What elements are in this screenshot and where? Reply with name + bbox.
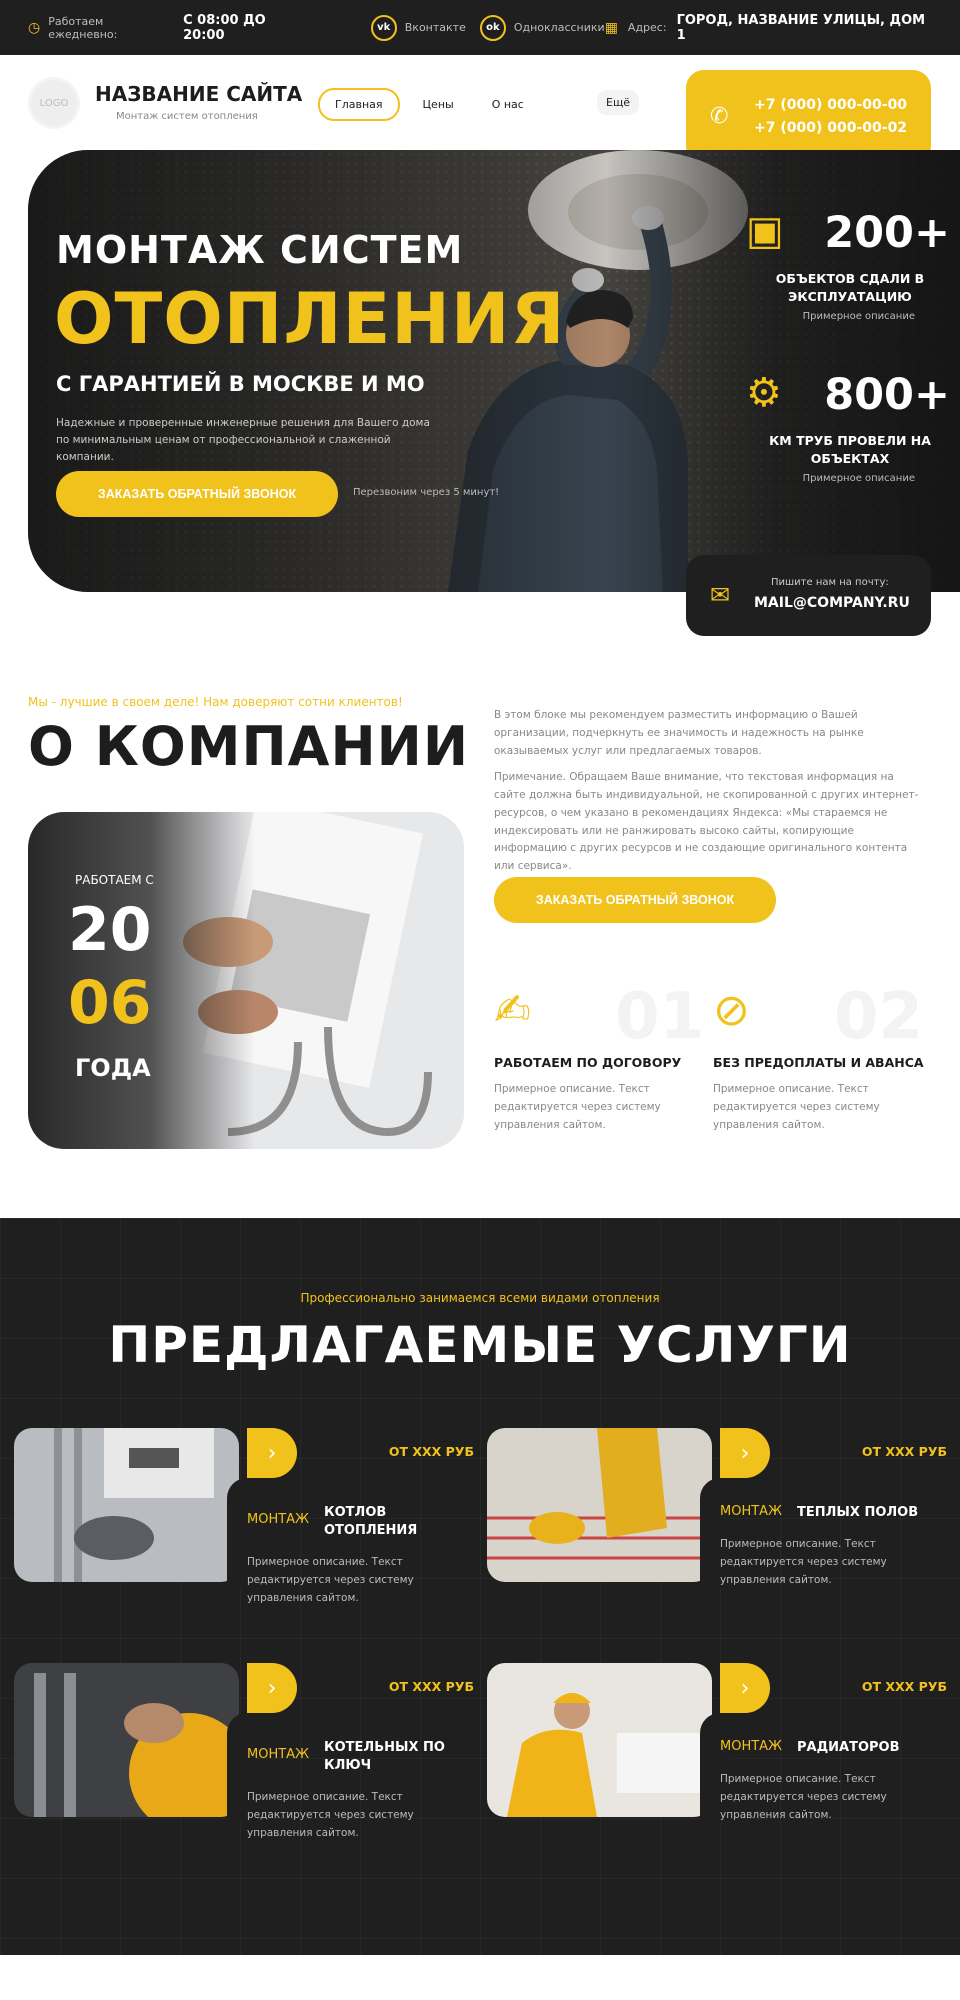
- service-price: ОТ ХХХ РУБ: [861, 1444, 947, 1459]
- site-subtitle: Монтаж систем отопления: [116, 111, 258, 122]
- service-card-boiler-rooms[interactable]: › ОТ ХХХ РУБ МОНТАЖ КОТЕЛЬНЫХ ПО КЛЮЧ Пр…: [14, 1663, 474, 1873]
- more-menu-button[interactable]: Ещё: [597, 90, 640, 115]
- stat-pipes-number: 800+: [824, 370, 950, 420]
- services-title: ПРЕДЛАГАЕМЫЕ УСЛУГИ: [108, 1316, 852, 1374]
- service-name: КОТЛОВ ОТОПЛЕНИЯ: [324, 1505, 418, 1539]
- chevron-right-icon[interactable]: ›: [247, 1428, 297, 1478]
- service-kind: МОНТАЖ: [720, 1504, 783, 1519]
- service-card-radiators[interactable]: › ОТ ХХХ РУБ МОНТАЖ РАДИАТОРОВ Примерное…: [487, 1663, 947, 1873]
- top-bar: ◷ Работаем ежедневно: С 08:00 ДО 20:00 v…: [0, 0, 960, 55]
- feature-title: РАБОТАЕМ ПО ДОГОВОРУ: [494, 1055, 682, 1070]
- hero-banner: МОНТАЖ СИСТЕМ ОТОПЛЕНИЯ С ГАРАНТИЕЙ В МО…: [28, 150, 960, 592]
- service-description: Примерное описание. Текст редактируется …: [720, 1773, 887, 1821]
- building-icon: ▦: [604, 19, 618, 36]
- hours-value: С 08:00 ДО 20:00: [183, 12, 266, 43]
- hero-title-line2: ОТОПЛЕНИЯ: [54, 278, 566, 360]
- site-name: НАЗВАНИЕ САЙТА: [95, 82, 303, 106]
- service-name: КОТЕЛЬНЫХ ПО КЛЮЧ: [324, 1740, 445, 1774]
- stat-objects: 200+ ОБЪЕКТОВ СДАЛИ В ЭКСПЛУАТАЦИЮ Приме…: [740, 208, 950, 322]
- feature-description: Примерное описание. Текст редактируется …: [494, 1083, 661, 1131]
- service-card-boilers[interactable]: › ОТ ХХХ РУБ МОНТАЖ КОТЛОВ ОТОПЛЕНИЯ При…: [14, 1428, 474, 1638]
- service-image: [487, 1428, 712, 1582]
- nav-item-about[interactable]: О нас: [477, 90, 539, 119]
- phone-number-1[interactable]: +7 (000) 000-00-00: [754, 97, 907, 113]
- feature-title: БЕЗ ПРЕДОПЛАТЫ И АВАНСА: [713, 1055, 924, 1070]
- about-paragraph-2: Примечание. Обращаем Ваше внимание, что …: [494, 771, 919, 873]
- address-value: ГОРОД, НАЗВАНИЕ УЛИЦЫ, ДОМ 1: [676, 12, 926, 43]
- service-description: Примерное описание. Текст редактируется …: [247, 1556, 414, 1604]
- about-callback-button[interactable]: ЗАКАЗАТЬ ОБРАТНЫЙ ЗВОНОК: [494, 877, 776, 923]
- since-label: РАБОТАЕМ С: [75, 873, 154, 887]
- about-title: О КОМПАНИИ: [28, 715, 470, 778]
- service-description: Примерное описание. Текст редактируется …: [720, 1538, 887, 1586]
- phone-number-2[interactable]: +7 (000) 000-00-02: [754, 120, 907, 136]
- year-bottom: 06: [68, 968, 152, 1038]
- header: LOGO НАЗВАНИЕ САЙТА Монтаж систем отопле…: [0, 55, 960, 164]
- main-nav: Главная Цены О нас: [318, 88, 539, 121]
- email-box: ✉ Пишите нам на почту: MAIL@COMPANY.RU: [686, 555, 931, 636]
- social-links: vk Вконтакте ok Одноклассники: [370, 14, 605, 41]
- stat-pipes-sub: Примерное описание: [802, 473, 915, 484]
- service-name: ТЕПЛЫХ ПОЛОВ: [797, 1505, 919, 1520]
- contract-icon: ✍: [494, 985, 531, 1036]
- email-link[interactable]: MAIL@COMPANY.RU: [754, 595, 910, 611]
- service-price: ОТ ХХХ РУБ: [388, 1679, 474, 1694]
- service-price: ОТ ХХХ РУБ: [388, 1444, 474, 1459]
- hero-title-line1: МОНТАЖ СИСТЕМ: [56, 228, 464, 272]
- phone-icon: ✆: [710, 104, 729, 129]
- year-top: 20: [68, 895, 152, 965]
- feature-number: 02: [833, 980, 923, 1054]
- services-tagline: Профессионально занимаемся всеми видами …: [300, 1291, 660, 1305]
- vk-icon[interactable]: vk: [370, 14, 397, 41]
- about-paragraph-1: В этом блоке мы рекомендуем разместить и…: [494, 709, 864, 757]
- working-hours: ◷ Работаем ежедневно: С 08:00 ДО 20:00: [28, 13, 309, 43]
- services-section: Профессионально занимаемся всеми видами …: [0, 1218, 960, 1955]
- address: ▦ Адрес: ГОРОД, НАЗВАНИЕ УЛИЦЫ, ДОМ 1: [605, 13, 932, 43]
- year-word: ГОДА: [75, 1054, 151, 1082]
- stat-pipes-label: КМ ТРУБ ПРОВЕЛИ НА ОБЪЕКТАХ: [769, 433, 931, 466]
- social-link-ok[interactable]: Одноклассники: [514, 21, 605, 34]
- clock-icon: ◷: [28, 19, 41, 36]
- service-image: [487, 1663, 712, 1817]
- address-label: Адрес:: [627, 21, 667, 34]
- service-kind: МОНТАЖ: [247, 1512, 310, 1527]
- service-image: [14, 1663, 239, 1817]
- chevron-right-icon[interactable]: ›: [720, 1428, 770, 1478]
- feature-description: Примерное описание. Текст редактируется …: [713, 1083, 880, 1131]
- about-tagline: Мы - лучшие в своем деле! Нам доверяют с…: [28, 695, 403, 709]
- hero-description: Надежные и проверенные инженерные решени…: [56, 417, 430, 463]
- chevron-right-icon[interactable]: ›: [720, 1663, 770, 1713]
- hero-title-line3: С ГАРАНТИЕЙ В МОСКВЕ И МО: [56, 372, 425, 396]
- callback-note: Перезвоним через 5 минут!: [353, 487, 500, 498]
- service-kind: МОНТАЖ: [720, 1739, 783, 1754]
- no-prepay-icon: ⊘: [713, 985, 750, 1036]
- stat-objects-sub: Примерное описание: [802, 311, 915, 322]
- order-callback-button[interactable]: ЗАКАЗАТЬ ОБРАТНЫЙ ЗВОНОК: [56, 471, 338, 517]
- nav-item-home[interactable]: Главная: [318, 88, 400, 121]
- email-label: Пишите нам на почту:: [771, 577, 889, 588]
- mail-icon: ✉: [710, 581, 731, 609]
- stat-objects-label: ОБЪЕКТОВ СДАЛИ В ЭКСПЛУАТАЦИЮ: [775, 271, 925, 304]
- stat-objects-number: 200+: [824, 208, 950, 258]
- service-kind: МОНТАЖ: [247, 1747, 310, 1762]
- service-price: ОТ ХХХ РУБ: [861, 1679, 947, 1694]
- chevron-right-icon[interactable]: ›: [247, 1663, 297, 1713]
- stat-pipes: 800+ КМ ТРУБ ПРОВЕЛИ НА ОБЪЕКТАХ Примерн…: [740, 370, 950, 484]
- feature-number: 01: [614, 980, 704, 1054]
- hours-label: Работаем ежедневно:: [48, 14, 118, 41]
- social-link-vk[interactable]: Вконтакте: [405, 21, 466, 34]
- nav-item-prices[interactable]: Цены: [408, 90, 469, 119]
- ok-icon[interactable]: ok: [479, 14, 506, 41]
- service-card-floors[interactable]: › ОТ ХХХ РУБ МОНТАЖ ТЕПЛЫХ ПОЛОВ Примерн…: [487, 1428, 947, 1638]
- service-description: Примерное описание. Текст редактируется …: [247, 1791, 414, 1839]
- logo[interactable]: LOGO: [28, 77, 80, 129]
- service-image: [14, 1428, 239, 1582]
- service-name: РАДИАТОРОВ: [797, 1740, 900, 1755]
